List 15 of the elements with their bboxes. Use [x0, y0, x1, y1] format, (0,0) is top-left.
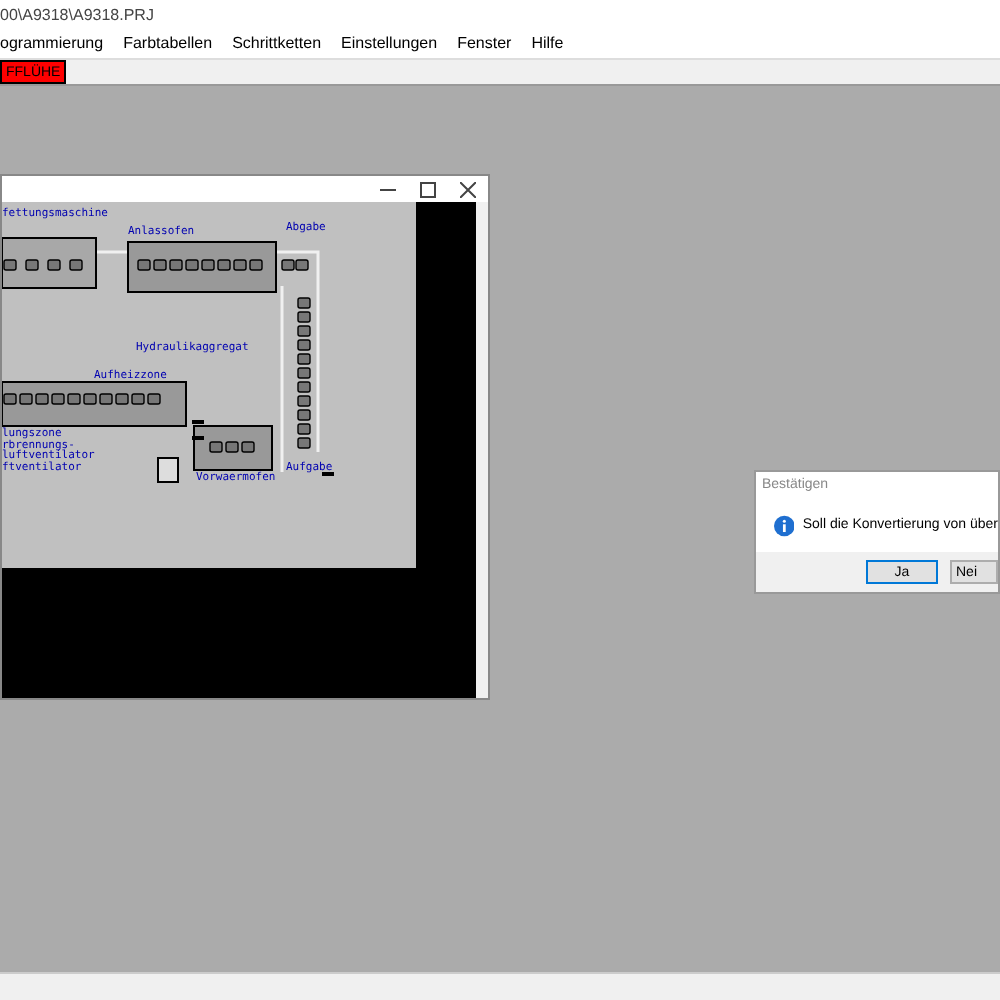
fan-block: [157, 457, 179, 483]
module-row: [3, 259, 83, 271]
menu-item[interactable]: Farbtabellen: [123, 32, 213, 56]
menu-item[interactable]: Fenster: [457, 32, 512, 56]
info-icon: [774, 514, 795, 538]
window-title: 00\A9318\A9318.PRJ: [0, 3, 154, 27]
menu-item[interactable]: Einstellungen: [341, 32, 438, 56]
module-row: [137, 259, 263, 271]
module-row: [209, 441, 255, 453]
close-icon[interactable]: [460, 181, 476, 197]
maximize-icon[interactable]: [420, 181, 436, 197]
menu-item[interactable]: ogrammierung: [0, 32, 104, 56]
module-row: [281, 259, 309, 271]
menu-item[interactable]: Hilfe: [531, 32, 564, 56]
menu-item[interactable]: Schrittketten: [232, 32, 322, 56]
